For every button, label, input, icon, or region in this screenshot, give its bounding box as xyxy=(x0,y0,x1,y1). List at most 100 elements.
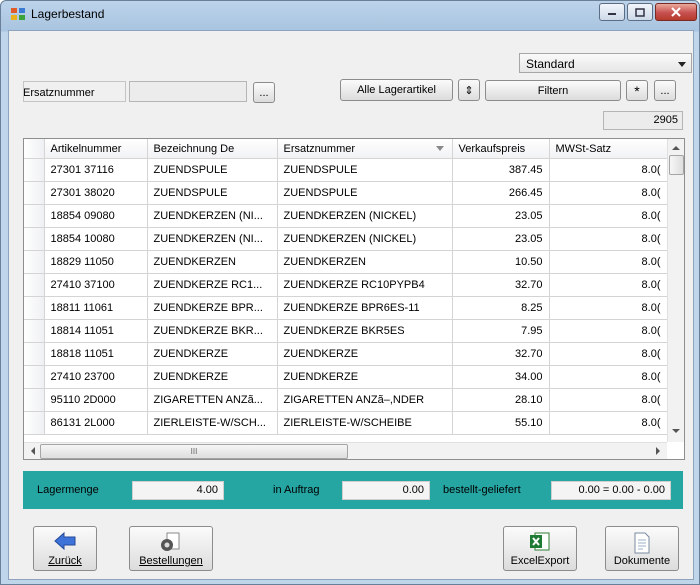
cell-bezeichnung[interactable]: ZUENDKERZE RC1... xyxy=(147,273,278,297)
cell-artikelnummer[interactable]: 18811 11061 xyxy=(44,296,148,320)
cell-bezeichnung[interactable]: ZUENDKERZEN (NI... xyxy=(147,227,278,251)
cell-bezeichnung[interactable]: ZIGARETTEN ANZã... xyxy=(147,388,278,412)
cell-ersatznummer[interactable]: ZUENDKERZE RC10PYPB4 xyxy=(277,273,453,297)
cell-ersatznummer[interactable]: ZUENDKERZEN xyxy=(277,250,453,274)
table-row[interactable]: 27410 23700 ZUENDKERZE ZUENDKERZE 34.00 8.0( xyxy=(24,365,668,389)
cell-bezeichnung[interactable]: ZUENDSPULE xyxy=(147,158,278,182)
row-header[interactable] xyxy=(24,250,45,274)
cell-ersatznummer[interactable]: ZUENDKERZE BKR5ES xyxy=(277,319,453,343)
table-row[interactable]: 86131 2L000 ZIERLEISTE-W/SCH... ZIERLEISTE… xyxy=(24,411,668,435)
table-row[interactable]: 27301 38020 ZUENDSPULE ZUENDSPULE 266.45 8.0… xyxy=(24,181,668,205)
table-row[interactable]: 18818 11051 ZUENDKERZE ZUENDKERZE 32.70 8.0( xyxy=(24,342,668,366)
cell-ersatznummer[interactable]: ZUENDKERZEN (NICKEL) xyxy=(277,227,453,251)
cell-artikelnummer[interactable]: 18854 09080 xyxy=(44,204,148,228)
table-row[interactable]: 18811 11061 ZUENDKERZE BPR... ZUENDKERZE B… xyxy=(24,296,668,320)
cell-artikelnummer[interactable]: 18854 10080 xyxy=(44,227,148,251)
close-button[interactable] xyxy=(655,3,697,21)
cell-artikelnummer[interactable]: 86131 2L000 xyxy=(44,411,148,435)
cell-verkaufspreis[interactable]: 28.10 xyxy=(452,388,550,412)
cell-mwst[interactable]: 8.0( xyxy=(549,158,668,182)
cell-artikelnummer[interactable]: 18829 11050 xyxy=(44,250,148,274)
cell-mwst[interactable]: 8.0( xyxy=(549,273,668,297)
row-header[interactable] xyxy=(24,273,45,297)
horizontal-scrollbar[interactable]: III xyxy=(24,442,667,459)
cell-ersatznummer[interactable]: ZIERLEISTE-W/SCHEIBE xyxy=(277,411,453,435)
row-header[interactable] xyxy=(24,181,45,205)
cell-ersatznummer[interactable]: ZUENDSPULE xyxy=(277,158,453,182)
cell-ersatznummer[interactable]: ZUENDKERZE BPR6ES-11 xyxy=(277,296,453,320)
table-row[interactable]: 18854 09080 ZUENDKERZEN (NI... ZUENDKERZEN… xyxy=(24,204,668,228)
cell-mwst[interactable]: 8.0( xyxy=(549,388,668,412)
cell-ersatznummer[interactable]: ZUENDSPULE xyxy=(277,181,453,205)
row-header[interactable] xyxy=(24,158,45,182)
row-header[interactable] xyxy=(24,411,45,435)
cell-artikelnummer[interactable]: 27301 37116 xyxy=(44,158,148,182)
cell-verkaufspreis[interactable]: 23.05 xyxy=(452,227,550,251)
cell-ersatznummer[interactable]: ZIGARETTEN ANZã–,NDER xyxy=(277,388,453,412)
horizontal-scroll-thumb[interactable]: III xyxy=(40,444,348,459)
cell-ersatznummer[interactable]: ZUENDKERZE xyxy=(277,342,453,366)
minimize-button[interactable] xyxy=(599,3,625,21)
cell-bezeichnung[interactable]: ZUENDKERZE BKR... xyxy=(147,319,278,343)
view-select[interactable]: Standard xyxy=(519,53,692,73)
row-header[interactable] xyxy=(24,342,45,366)
cell-mwst[interactable]: 8.0( xyxy=(549,319,668,343)
row-header[interactable] xyxy=(24,227,45,251)
col-header-verkaufspreis[interactable]: Verkaufspreis xyxy=(452,139,550,159)
cell-verkaufspreis[interactable]: 10.50 xyxy=(452,250,550,274)
table-row[interactable]: 18854 10080 ZUENDKERZEN (NI... ZUENDKERZEN… xyxy=(24,227,668,251)
cell-bezeichnung[interactable]: ZUENDKERZE xyxy=(147,365,278,389)
cell-bezeichnung[interactable]: ZUENDKERZE xyxy=(147,342,278,366)
col-header-artikelnummer[interactable]: Artikelnummer xyxy=(44,139,148,159)
bestellungen-button[interactable]: Bestellungen xyxy=(129,526,213,571)
row-header[interactable] xyxy=(24,365,45,389)
filter-button[interactable]: Filtern xyxy=(485,80,621,101)
cell-bezeichnung[interactable]: ZUENDKERZEN xyxy=(147,250,278,274)
row-header[interactable] xyxy=(24,388,45,412)
cell-bezeichnung[interactable]: ZIERLEISTE-W/SCH... xyxy=(147,411,278,435)
table-row[interactable]: 27301 37116 ZUENDSPULE ZUENDSPULE 387.45 8.0… xyxy=(24,158,668,182)
cell-mwst[interactable]: 8.0( xyxy=(549,411,668,435)
cell-artikelnummer[interactable]: 27410 37100 xyxy=(44,273,148,297)
cell-verkaufspreis[interactable]: 34.00 xyxy=(452,365,550,389)
all-articles-button[interactable]: Alle Lagerartikel xyxy=(340,79,453,101)
cell-artikelnummer[interactable]: 27301 38020 xyxy=(44,181,148,205)
cell-verkaufspreis[interactable]: 32.70 xyxy=(452,342,550,366)
cell-mwst[interactable]: 8.0( xyxy=(549,365,668,389)
cell-ersatznummer[interactable]: ZUENDKERZEN (NICKEL) xyxy=(277,204,453,228)
title-bar[interactable]: Lagerbestand xyxy=(1,1,699,29)
cell-ersatznummer[interactable]: ZUENDKERZE xyxy=(277,365,453,389)
more-button[interactable]: ... xyxy=(654,80,676,101)
cell-verkaufspreis[interactable]: 7.95 xyxy=(452,319,550,343)
row-header[interactable] xyxy=(24,296,45,320)
ersatz-browse-button[interactable]: ... xyxy=(253,82,275,103)
cell-verkaufspreis[interactable]: 266.45 xyxy=(452,181,550,205)
dokumente-button[interactable]: Dokumente xyxy=(605,526,679,571)
row-header[interactable] xyxy=(24,319,45,343)
cell-mwst[interactable]: 8.0( xyxy=(549,181,668,205)
cell-mwst[interactable]: 8.0( xyxy=(549,227,668,251)
cell-verkaufspreis[interactable]: 32.70 xyxy=(452,273,550,297)
cell-artikelnummer[interactable]: 18818 11051 xyxy=(44,342,148,366)
cell-mwst[interactable]: 8.0( xyxy=(549,296,668,320)
table-row[interactable]: 27410 37100 ZUENDKERZE RC1... ZUENDKERZE R… xyxy=(24,273,668,297)
row-header[interactable] xyxy=(24,204,45,228)
cell-bezeichnung[interactable]: ZUENDSPULE xyxy=(147,181,278,205)
cell-verkaufspreis[interactable]: 8.25 xyxy=(452,296,550,320)
table-row[interactable]: 18829 11050 ZUENDKERZEN ZUENDKERZEN 10.50 8.… xyxy=(24,250,668,274)
cell-verkaufspreis[interactable]: 55.10 xyxy=(452,411,550,435)
cell-artikelnummer[interactable]: 95110 2D000 xyxy=(44,388,148,412)
cell-mwst[interactable]: 8.0( xyxy=(549,204,668,228)
zurueck-button[interactable]: Zurück xyxy=(33,526,97,571)
cell-bezeichnung[interactable]: ZUENDKERZE BPR... xyxy=(147,296,278,320)
sort-button[interactable]: ⇕ xyxy=(458,79,480,101)
cell-artikelnummer[interactable]: 27410 23700 xyxy=(44,365,148,389)
cell-mwst[interactable]: 8.0( xyxy=(549,342,668,366)
ersatz-input[interactable] xyxy=(129,81,247,102)
excel-export-button[interactable]: ExcelExport xyxy=(503,526,577,571)
cell-artikelnummer[interactable]: 18814 11051 xyxy=(44,319,148,343)
cell-verkaufspreis[interactable]: 387.45 xyxy=(452,158,550,182)
cell-mwst[interactable]: 8.0( xyxy=(549,250,668,274)
vertical-scrollbar[interactable] xyxy=(667,139,684,442)
article-grid[interactable]: Artikelnummer Bezeichnung De Ersatznumme… xyxy=(23,138,685,460)
